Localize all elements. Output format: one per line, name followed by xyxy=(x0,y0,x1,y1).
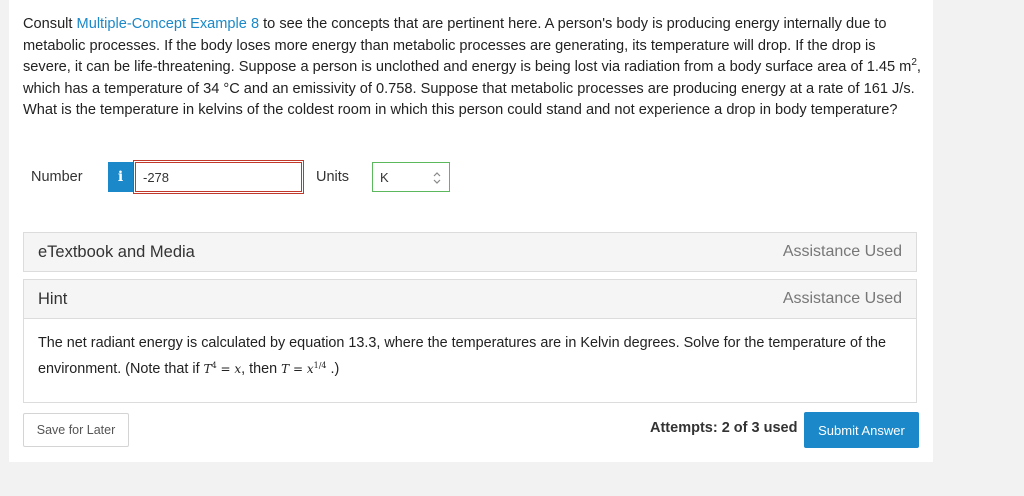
info-icon[interactable]: i xyxy=(108,162,133,192)
submit-answer-button[interactable]: Submit Answer xyxy=(804,412,919,448)
answer-row: Number i Units K xyxy=(31,160,491,194)
units-selected-value: K xyxy=(380,170,389,185)
multiple-concept-example-link[interactable]: Multiple-Concept Example 8 xyxy=(77,16,260,32)
attempts-counter: Attempts: 2 of 3 used xyxy=(650,420,798,436)
hint-text-2: .) xyxy=(326,360,340,377)
etextbook-header[interactable]: eTextbook and Media Assistance Used xyxy=(24,233,916,271)
up-down-chevron-icon xyxy=(433,172,441,184)
number-label: Number xyxy=(31,169,83,185)
question-prefix: Consult xyxy=(23,16,77,32)
number-input[interactable] xyxy=(133,160,304,194)
equation-root: T = x1/4 xyxy=(281,360,327,376)
question-text: Consult Multiple-Concept Example 8 to se… xyxy=(23,14,923,122)
hint-title: Hint xyxy=(38,290,68,308)
hint-body: The net radiant energy is calculated by … xyxy=(24,318,916,402)
hint-text-1: The net radiant energy is calculated by … xyxy=(38,335,886,377)
hint-header[interactable]: Hint Assistance Used xyxy=(24,280,916,318)
question-card: Consult Multiple-Concept Example 8 to se… xyxy=(9,0,933,462)
etextbook-status: Assistance Used xyxy=(782,243,902,260)
hint-status: Assistance Used xyxy=(782,290,902,307)
hint-panel: Hint Assistance Used The net radiant ene… xyxy=(23,279,917,403)
hint-separator: , then xyxy=(241,360,282,377)
equation-power: T4 = x xyxy=(203,360,242,376)
save-for-later-button[interactable]: Save for Later xyxy=(23,413,129,447)
units-select[interactable]: K xyxy=(372,162,450,192)
units-label: Units xyxy=(316,169,350,185)
etextbook-title: eTextbook and Media xyxy=(38,243,195,261)
etextbook-panel[interactable]: eTextbook and Media Assistance Used xyxy=(23,232,917,272)
